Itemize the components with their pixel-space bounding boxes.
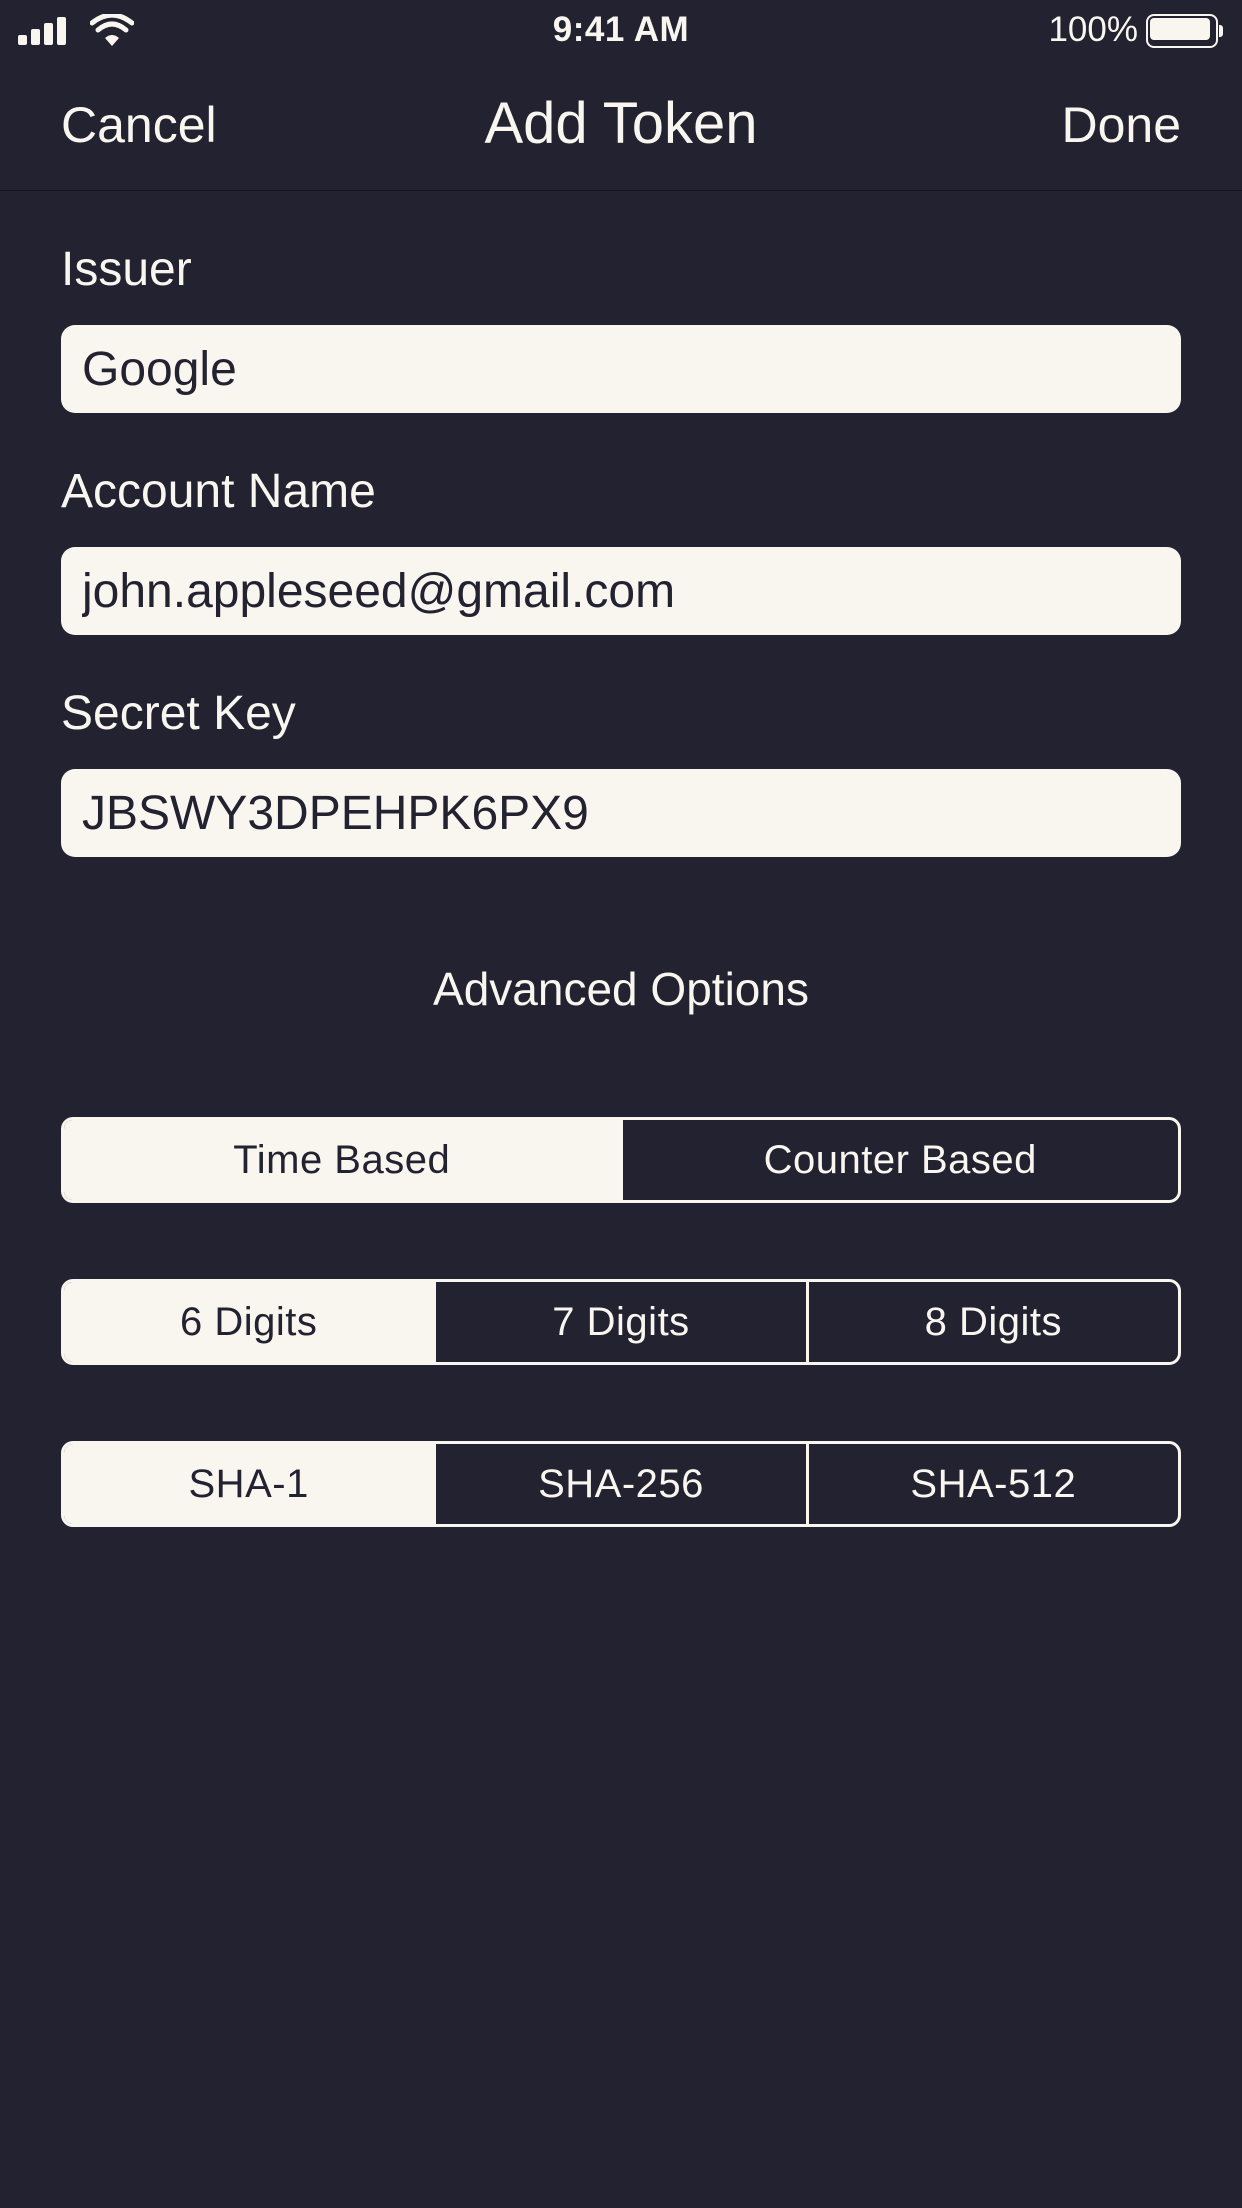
segment-8-digits[interactable]: 8 Digits [805, 1282, 1178, 1362]
segment-counter-based[interactable]: Counter Based [619, 1120, 1179, 1200]
secret-key-input[interactable] [82, 785, 1181, 841]
issuer-label: Issuer [61, 243, 192, 296]
digits-control: 6 Digits 7 Digits 8 Digits [61, 1279, 1181, 1365]
segment-6-digits[interactable]: 6 Digits [64, 1282, 434, 1362]
token-type-control: Time Based Counter Based [61, 1117, 1181, 1203]
segment-time-based[interactable]: Time Based [64, 1120, 620, 1200]
battery-percent: 100% [1048, 10, 1138, 49]
algorithm-control: SHA-1 SHA-256 SHA-512 [61, 1441, 1181, 1527]
segment-sha-512[interactable]: SHA-512 [805, 1444, 1178, 1524]
segment-7-digits[interactable]: 7 Digits [433, 1282, 805, 1362]
done-button[interactable]: Done [1061, 96, 1181, 154]
account-name-field[interactable] [61, 547, 1181, 635]
page-title: Add Token [484, 91, 758, 156]
issuer-field[interactable] [61, 325, 1181, 413]
battery-icon [1146, 14, 1224, 48]
segment-sha-256[interactable]: SHA-256 [433, 1444, 805, 1524]
segment-sha-1[interactable]: SHA-1 [64, 1444, 434, 1524]
issuer-input[interactable] [82, 341, 1181, 397]
status-bar: 9:41 AM 100% [0, 0, 1242, 62]
nav-bar: Cancel Add Token Done [0, 62, 1242, 191]
account-name-label: Account Name [61, 465, 376, 518]
secret-key-field[interactable] [61, 769, 1181, 857]
account-name-input[interactable] [82, 563, 1181, 619]
advanced-options-title: Advanced Options [433, 963, 809, 1015]
battery-fill [1150, 18, 1210, 40]
secret-key-label: Secret Key [61, 687, 296, 740]
